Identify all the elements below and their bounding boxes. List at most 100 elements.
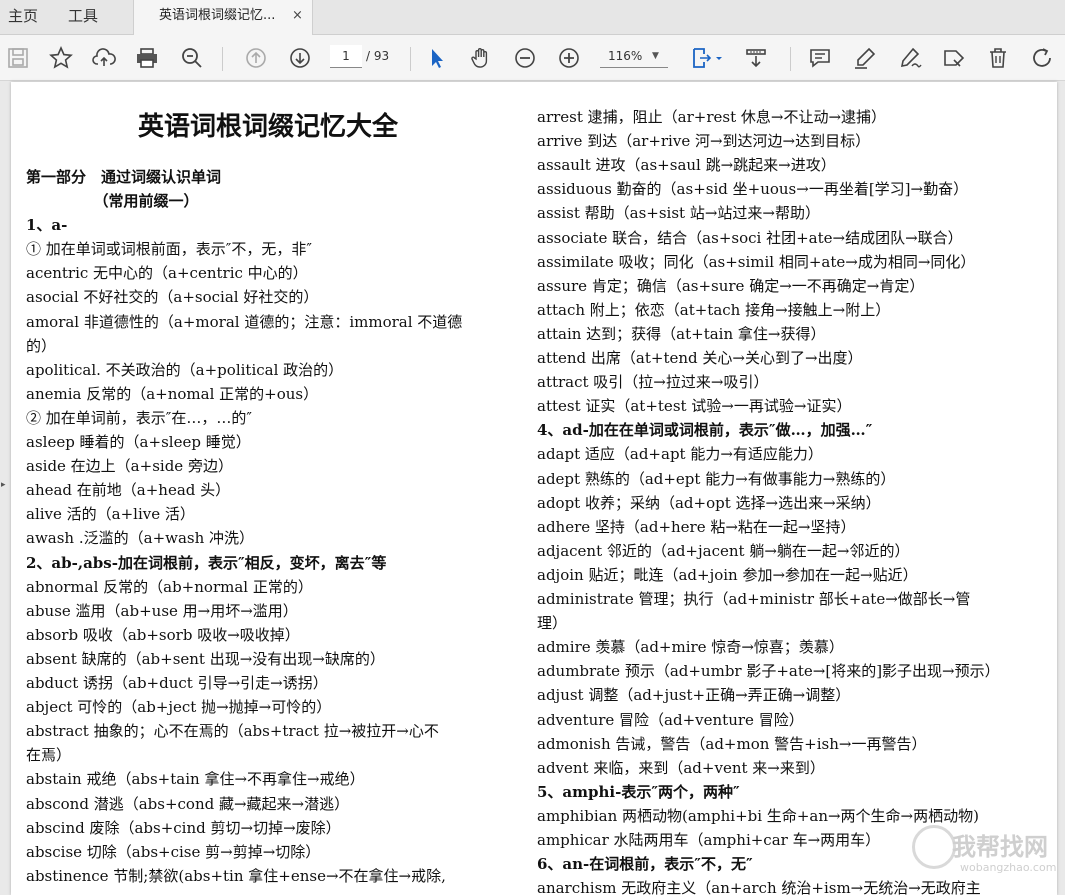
next-page-icon[interactable] [286, 44, 314, 72]
text-line: abstinence 节制;禁欲(abs+tin 拿住+ense→不在拿住→戒除… [26, 866, 446, 885]
section-heading: 5、amphi-表示″两个，两种″ [537, 782, 740, 801]
close-tab-icon[interactable]: × [292, 0, 303, 32]
text-line: arrive 到达（ar+rive 河→到达河边→达到目标） [537, 132, 871, 151]
text-line: acentric 无中心的（a+centric 中心的） [26, 264, 308, 283]
cloud-upload-icon[interactable] [90, 44, 118, 72]
text-line: adventure 冒险（ad+venture 冒险） [537, 710, 804, 729]
text-line: ② 加在单词前，表示″在…，…的″ [26, 408, 252, 427]
select-cursor-icon[interactable] [423, 44, 451, 72]
text-line: abscond 潜逃（abs+cond 藏→藏起来→潜逃） [26, 794, 350, 813]
text-line: attain 达到；获得（at+tain 拿住→获得） [537, 324, 826, 343]
side-panel-toggle-icon[interactable]: ▸ [1, 480, 6, 490]
text-line: abduct 诱拐（ab+duct 引导→引走→诱拐） [26, 674, 328, 692]
text-line: amoral 非道德性的（a+moral 道德的；注意：immoral 不道德 [26, 312, 463, 331]
text-line: abnormal 反常的（ab+normal 正常的） [26, 577, 313, 596]
text-line: adept 熟练的（ad+ept 能力→有做事能力→熟练的） [537, 469, 896, 488]
text-line: 的） [26, 336, 57, 355]
text-line: amphibian 两栖动物(amphi+bi 生命+an→两个生命→两栖动物) [537, 806, 979, 825]
text-line: assault 进攻（as+saul 跳→跳起来→进攻） [537, 156, 836, 175]
text-line: adhere 坚持（ad+here 粘→粘在一起→坚持） [537, 517, 856, 536]
zoom-select[interactable]: 116% ▼ [600, 45, 668, 68]
chevron-down-icon: ▼ [652, 51, 659, 61]
text-line: associate 联合，结合（as+soci 社团+ate→结成团队→联合） [537, 228, 963, 247]
text-line: abuse 滥用（ab+use 用→用坏→滥用） [26, 601, 298, 620]
tab-document-title: 英语词根词缀记忆... [159, 8, 276, 23]
text-line: attend 出席（at+tend 关心→关心到了→出度） [537, 349, 863, 367]
page-number-input[interactable]: 1 [330, 45, 362, 68]
toolbar-separator [410, 47, 411, 71]
star-icon[interactable] [47, 44, 75, 72]
watermark-text: 我帮找网 [952, 833, 1048, 861]
highlight-pen-icon[interactable] [851, 44, 879, 72]
text-line: adapt 适应（ad+apt 能力→有适应能力） [537, 445, 823, 464]
text-line: apolitical. 不关政治的（a+political 政治的） [26, 360, 344, 379]
toolbar: 1 / 93 116% ▼ [0, 35, 1065, 81]
text-line: alive 活的（a+live 活） [26, 505, 195, 524]
save-icon[interactable] [4, 44, 32, 72]
print-icon[interactable] [133, 44, 161, 72]
text-line: abstain 戒绝（abs+tain 拿住→不再拿住→戒绝） [26, 770, 365, 789]
text-line: ① 加在单词或词根前面，表示″不，无，非″ [26, 240, 312, 259]
toolbar-separator [790, 47, 791, 71]
text-line: absent 缺席的（ab+sent 出现→没有出现→缺席的） [26, 649, 385, 668]
page-total: / 93 [366, 49, 390, 63]
text-line: 理） [537, 614, 568, 633]
text-line: abject 可怜的（ab+ject 抛→抛掉→可怜的） [26, 698, 332, 717]
tab-bar: 主页 工具 英语词根词缀记忆... × [0, 0, 1065, 35]
text-line: asleep 睡着的（a+sleep 睡觉） [26, 433, 251, 451]
text-line: adopt 收养；采纳（ad+opt 选择→选出来→采纳） [537, 493, 881, 512]
sign-pen-icon[interactable] [896, 44, 924, 72]
document-page: 英语词根词缀记忆大全第一部分 通过词缀认识单词 （常用前缀一） 1、a- ① 加在单… [11, 82, 1057, 895]
zoom-value: 116% [608, 49, 643, 63]
watermark: 我帮找网 wobangzhao.com [912, 825, 1062, 885]
text-line: awash .泛滥的（a+wash 冲洗） [26, 529, 255, 548]
zoom-in-icon[interactable] [555, 44, 583, 72]
comment-icon[interactable] [806, 44, 834, 72]
text-line: attract 吸引（拉→拉过来→吸引） [537, 373, 769, 392]
text-line: advent 来临，来到（ad+vent 来→来到） [537, 758, 825, 777]
zoom-out-icon[interactable] [511, 44, 539, 72]
section-heading: 4、ad-加在在单词或词根前，表示″做…，加强…″ [537, 421, 873, 440]
section-heading: 2、ab-,abs-加在词根前，表示″相反，变坏，离去″等 [26, 553, 387, 572]
hand-tool-icon[interactable] [467, 44, 495, 72]
text-line: adjacent 邻近的（ad+jacent 躺→躺在一起→邻近的） [537, 541, 910, 560]
text-line: attach 附上；依恋（at+tach 接角→接触上→附上） [537, 300, 891, 319]
text-line: amphicar 水陆两用车（amphi+car 车→两用车） [537, 831, 881, 849]
rotate-icon[interactable] [1028, 44, 1056, 72]
delete-icon[interactable] [984, 44, 1012, 72]
text-line: admire 羡慕（ad+mire 惊奇→惊喜；羡慕） [537, 638, 844, 657]
stamp-tag-icon[interactable] [940, 44, 968, 72]
page-layout-icon[interactable] [688, 44, 726, 72]
section-heading: 6、an-在词根前，表示″不，无″ [537, 855, 753, 874]
text-line: abscind 废除（abs+cind 剪切→切掉→废除） [26, 818, 341, 837]
text-line: assimilate 吸收；同化（as+simil 相同+ate→成为相同→同化… [537, 252, 976, 271]
text-line: 在焉） [26, 746, 72, 765]
text-line: assure 肯定；确信（as+sure 确定→一不再确定→肯定） [537, 276, 925, 295]
text-line: aside 在边上（a+side 旁边） [26, 457, 233, 476]
tab-home[interactable]: 主页 [8, 0, 38, 34]
text-line: attest 证实（at+test 试验→一再试验→证实） [537, 397, 852, 416]
text-line: administrate 管理；执行（ad+ministr 部长+ate→做部长… [537, 590, 971, 608]
text-line: anemia 反常的（a+nomal 正常的+ous） [26, 384, 319, 403]
scan-icon[interactable] [742, 44, 770, 72]
text-line: adumbrate 预示（ad+umbr 影子+ate→[将来的]影子出现→预示… [537, 662, 1000, 681]
text-line: adjust 调整（ad+just+正确→弄正确→调整） [537, 686, 851, 705]
previous-page-icon[interactable] [242, 44, 270, 72]
document-title: 英语词根词缀记忆大全 [138, 112, 399, 142]
watermark-logo-icon [912, 825, 956, 869]
text-line: assiduous 勤奋的（as+sid 坐+uous→一再坐着[学习]→勤奋） [537, 180, 969, 199]
tab-document[interactable]: 英语词根词缀记忆... × [133, 0, 313, 35]
watermark-url: wobangzhao.com [960, 861, 1057, 874]
section-heading: （常用前缀一） [26, 192, 199, 210]
toolbar-separator [222, 47, 223, 71]
tab-tools[interactable]: 工具 [68, 0, 98, 34]
section-heading: 第一部分 通过词缀认识单词 [26, 168, 222, 186]
text-line: assist 帮助（as+sist 站→站过来→帮助） [537, 204, 820, 223]
zoom-search-icon[interactable] [178, 44, 206, 72]
text-line: adjoin 贴近；毗连（ad+join 参加→参加在一起→贴近） [537, 565, 918, 584]
text-line: asocial 不好社交的（a+social 好社交的） [26, 288, 319, 307]
text-line: absorb 吸收（ab+sorb 吸收→吸收掉） [26, 625, 300, 644]
section-heading: 1、a- [26, 216, 68, 235]
text-line: abstract 抽象的；心不在焉的（abs+tract 拉→被拉开→心不 [26, 722, 439, 741]
text-line: abscise 切除（abs+cise 剪→剪掉→切除） [26, 842, 321, 861]
